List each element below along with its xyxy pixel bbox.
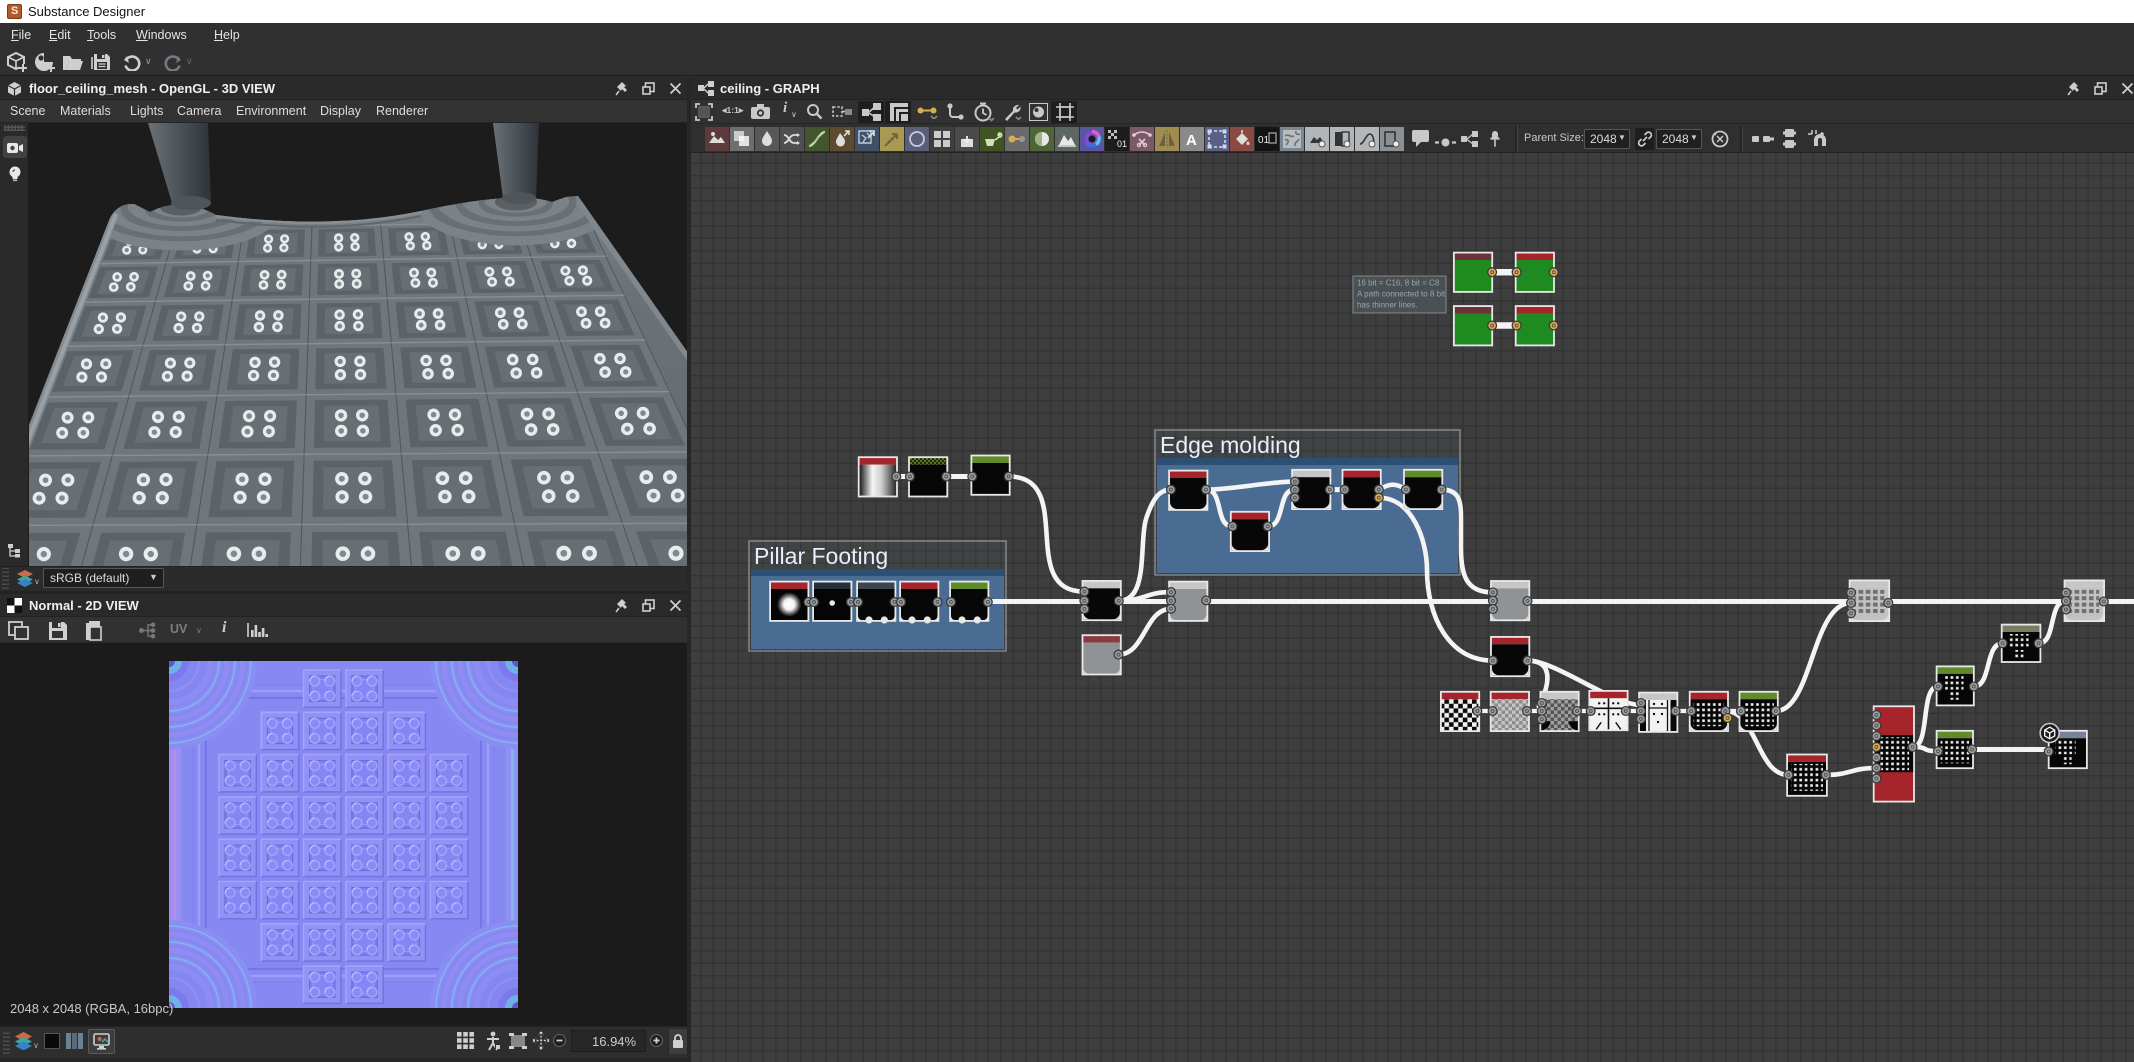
- svg-text:A: A: [1186, 132, 1197, 149]
- svg-text:Edge molding: Edge molding: [1160, 432, 1301, 458]
- svg-text:A path connected to 8 bit: A path connected to 8 bit: [1357, 290, 1446, 299]
- svg-text:has thinner lines.: has thinner lines.: [1357, 301, 1417, 310]
- svg-text:01: 01: [1117, 139, 1127, 149]
- svg-text:Pillar Footing: Pillar Footing: [754, 543, 888, 569]
- svg-text:16 bit = C16, 8 bit = C8: 16 bit = C16, 8 bit = C8: [1357, 279, 1440, 288]
- svg-text:01: 01: [1258, 135, 1270, 146]
